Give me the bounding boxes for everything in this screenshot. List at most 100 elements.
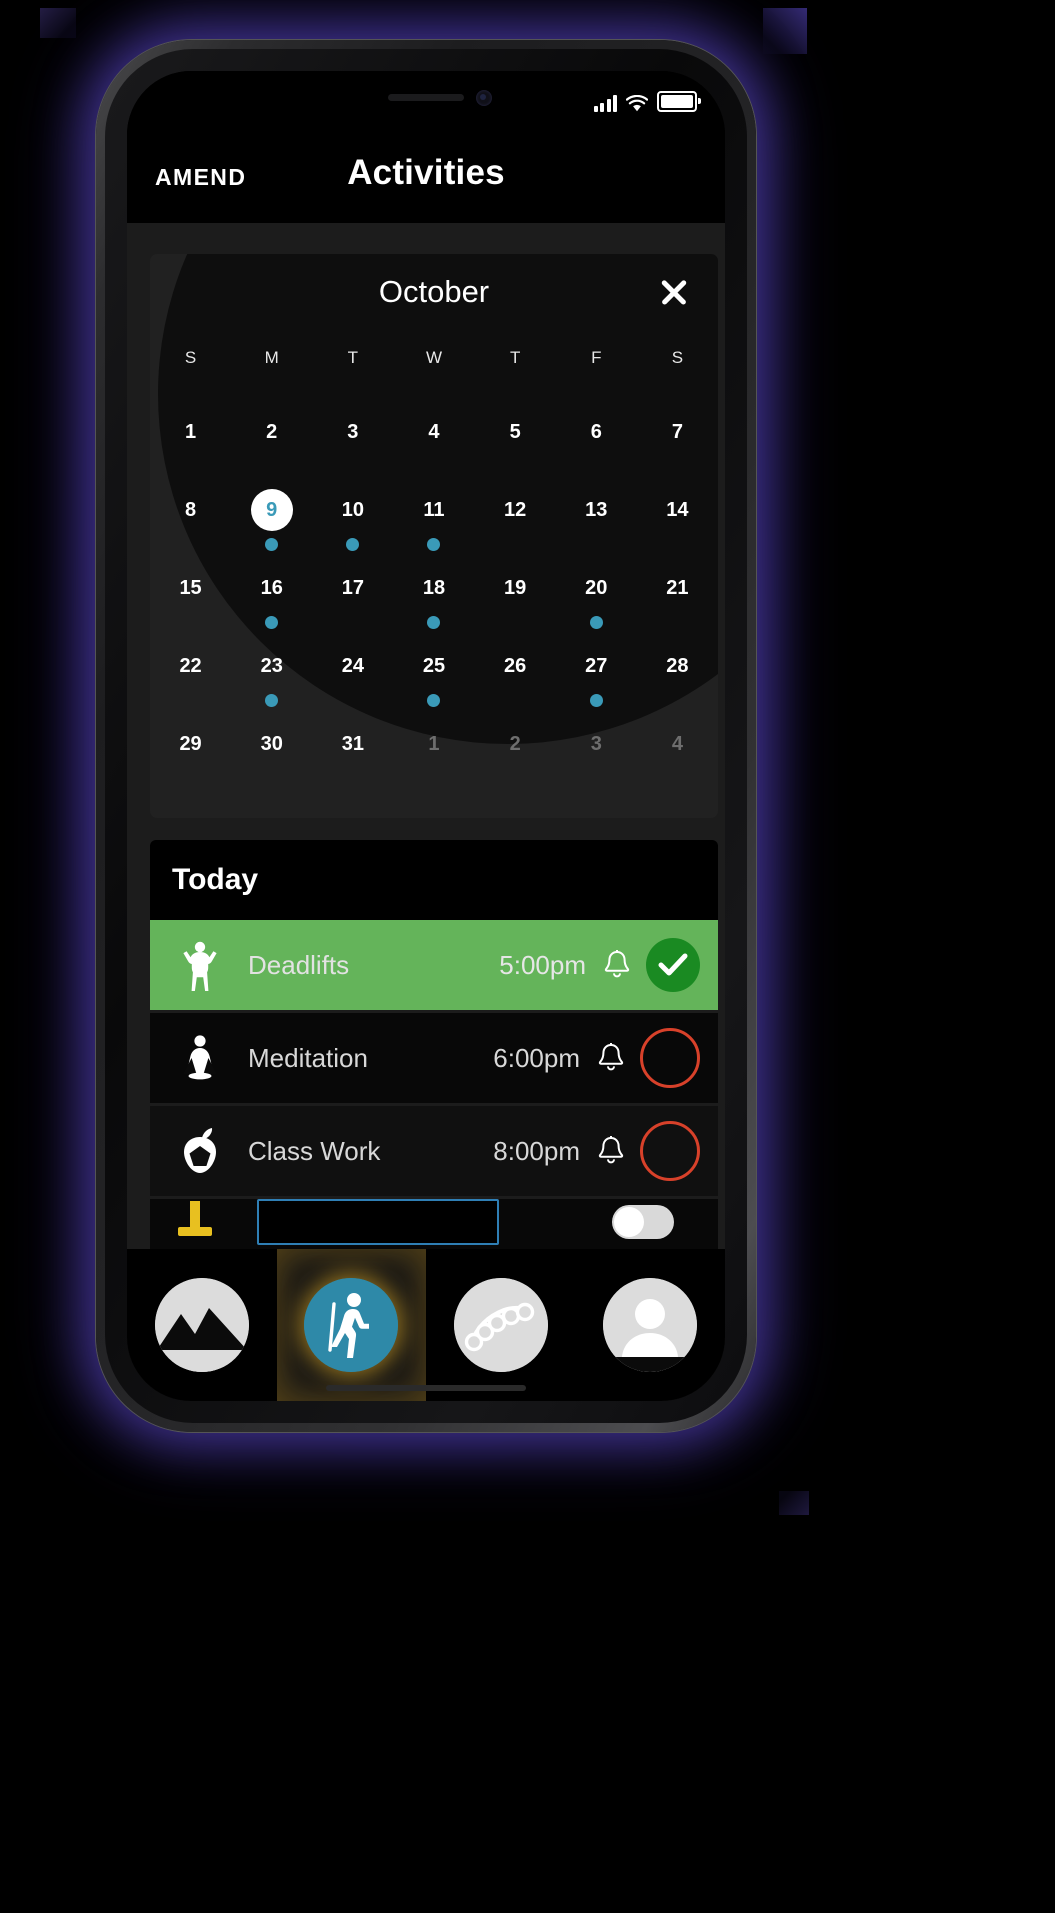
calendar-day-cell[interactable]: 29 — [150, 716, 231, 794]
calendar-day-number: 1 — [428, 733, 440, 755]
tab-profile[interactable] — [576, 1249, 726, 1401]
calendar-day-number: 2 — [509, 733, 521, 755]
calendar-day-number: 30 — [260, 733, 283, 755]
calendar-day-number: 23 — [260, 655, 283, 677]
bell-icon[interactable] — [600, 949, 634, 981]
calendar-day-cell[interactable]: 31 — [312, 716, 393, 794]
calendar-day-number: 16 — [260, 577, 283, 599]
calendar-day-number: 11 — [423, 499, 445, 521]
calendar-event-dot — [427, 616, 441, 629]
calendar-day-cell[interactable]: 5 — [475, 404, 556, 482]
calendar-event-dot — [346, 538, 360, 551]
calendar-day-cell[interactable]: 13 — [556, 482, 637, 560]
earpiece-speaker — [388, 94, 464, 101]
calendar-day-cell[interactable]: 23 — [231, 638, 312, 716]
calendar-day-cell[interactable]: 18 — [393, 560, 474, 638]
today-heading: Today — [172, 863, 259, 896]
calendar-day-cell[interactable]: 21 — [637, 560, 718, 638]
calendar-day-cell[interactable]: 15 — [150, 560, 231, 638]
calendar-day-cell[interactable]: 25 — [393, 638, 474, 716]
activity-row[interactable]: Deadlifts 5:00pm — [150, 920, 718, 1010]
calendar-day-grid: 1 2 3 4 5 6 7 8 9 10 11 12 13 14 15 16 17 18 19 20 21 22 23 24 2… — [150, 404, 718, 794]
calendar-day-cell[interactable]: 24 — [312, 638, 393, 716]
calendar-day-number: 19 — [504, 577, 527, 599]
calendar-day-number: 13 — [585, 499, 608, 521]
bell-icon[interactable] — [594, 1135, 628, 1167]
calendar-day-number: 18 — [422, 577, 446, 599]
calendar-day-number: 27 — [585, 655, 608, 677]
weekday-label: S — [184, 348, 197, 367]
calendar-day-cell[interactable]: 4 — [393, 404, 474, 482]
bell-icon[interactable] — [594, 1042, 628, 1074]
apple-book-icon — [172, 1125, 228, 1177]
profile-avatar-icon — [603, 1278, 698, 1372]
calendar-day-cell[interactable]: 12 — [475, 482, 556, 560]
calendar-day-cell[interactable]: 27 — [556, 638, 637, 716]
phone-screen: AMEND Activities October S M T W T F S 1… — [127, 71, 725, 1401]
battery-full-icon — [657, 91, 701, 112]
activity-row[interactable]: Class Work 8:00pm — [150, 1106, 718, 1196]
activity-row[interactable]: Meditation 6:00pm — [150, 1013, 718, 1103]
today-card: Today Deadlifts 5:00pm Meditation 6:00pm… — [150, 840, 718, 1265]
home-indicator — [326, 1385, 526, 1391]
calendar-event-dot — [427, 538, 441, 551]
calendar-event-dot — [589, 694, 603, 707]
corner-accent-top-right — [763, 8, 807, 54]
close-icon[interactable] — [652, 270, 696, 314]
calendar-day-cell[interactable]: 9 — [231, 482, 312, 560]
calendar-day-cell[interactable]: 1 — [150, 404, 231, 482]
tab-activities[interactable] — [276, 1249, 426, 1401]
calendar-day-number: 2 — [266, 421, 278, 443]
activity-status-todo-icon[interactable] — [640, 1028, 700, 1088]
activity-name: Deadlifts — [248, 949, 350, 980]
calendar-day-cell[interactable]: 22 — [150, 638, 231, 716]
tab-beads[interactable] — [426, 1249, 576, 1401]
calendar-day-cell[interactable]: 20 — [556, 560, 637, 638]
activity-time: 6:00pm — [493, 1042, 580, 1073]
calendar-day-cell[interactable]: 4 — [637, 716, 718, 794]
calendar-day-cell[interactable]: 3 — [312, 404, 393, 482]
calendar-day-cell[interactable]: 10 — [312, 482, 393, 560]
calendar-day-number: 20 — [585, 577, 608, 599]
calendar-day-cell[interactable]: 1 — [393, 716, 474, 794]
activity-time: 8:00pm — [493, 1135, 580, 1166]
calendar-day-cell[interactable]: 16 — [231, 560, 312, 638]
calendar-day-cell[interactable]: 3 — [556, 716, 637, 794]
calendar-day-number: 10 — [341, 499, 364, 521]
tab-mountain[interactable] — [127, 1249, 277, 1401]
new-activity-input[interactable] — [257, 1199, 499, 1245]
calendar-day-number: 14 — [666, 499, 689, 521]
app-header: AMEND Activities — [127, 131, 725, 223]
calendar-day-cell[interactable]: 7 — [637, 404, 718, 482]
calendar-day-number: 22 — [179, 655, 202, 677]
calendar-day-cell[interactable]: 6 — [556, 404, 637, 482]
calendar-day-cell[interactable]: 17 — [312, 560, 393, 638]
calendar-card: October S M T W T F S 1 2 3 4 5 6 7 8 9 10 11 12 13 1… — [150, 254, 718, 818]
hiker-icon — [304, 1278, 399, 1372]
calendar-day-cell[interactable]: 2 — [475, 716, 556, 794]
calendar-day-cell[interactable]: 8 — [150, 482, 231, 560]
weekday-label: W — [425, 348, 443, 367]
today-header: Today — [150, 840, 718, 920]
app-body: October S M T W T F S 1 2 3 4 5 6 7 8 9 10 11 12 13 1… — [127, 223, 725, 1401]
calendar-day-number: 21 — [666, 577, 689, 599]
toggle-switch-icon[interactable] — [612, 1205, 674, 1239]
calendar-day-number: 5 — [509, 421, 521, 443]
calendar-day-number: 31 — [341, 733, 364, 755]
beads-icon — [453, 1278, 548, 1372]
calendar-day-cell[interactable]: 28 — [637, 638, 718, 716]
calendar-day-cell[interactable]: 14 — [637, 482, 718, 560]
yellow-tool-icon — [172, 1201, 218, 1241]
calendar-day-cell[interactable]: 26 — [475, 638, 556, 716]
calendar-event-dot — [265, 694, 279, 707]
calendar-day-number: 15 — [179, 577, 202, 599]
calendar-day-cell[interactable]: 19 — [475, 560, 556, 638]
calendar-day-number: 12 — [504, 499, 527, 521]
screenshot-stage: AMEND Activities October S M T W T F S 1… — [0, 0, 1055, 1913]
calendar-day-cell[interactable]: 11 — [393, 482, 474, 560]
calendar-day-cell[interactable]: 30 — [231, 716, 312, 794]
activity-status-todo-icon[interactable] — [640, 1121, 700, 1181]
activity-status-done-icon[interactable] — [646, 938, 700, 992]
calendar-day-number: 6 — [590, 421, 602, 443]
calendar-day-cell[interactable]: 2 — [231, 404, 312, 482]
